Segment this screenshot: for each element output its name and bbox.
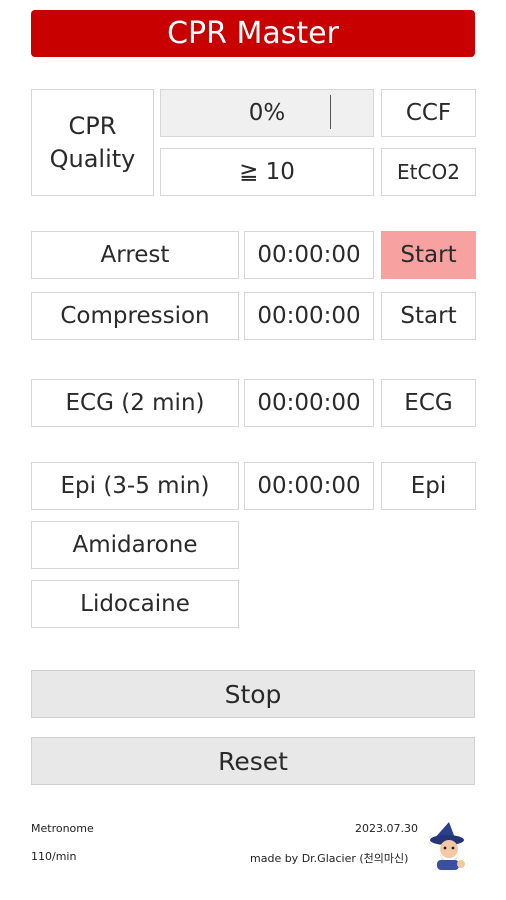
etco2-button[interactable]: EtCO2 bbox=[381, 148, 476, 196]
ccf-value-display: 0% bbox=[160, 89, 374, 137]
epi-button-label: Epi bbox=[410, 473, 447, 499]
metronome-rate[interactable]: 110/min bbox=[31, 850, 76, 863]
ecg-button[interactable]: ECG bbox=[381, 379, 476, 427]
compression-start-button[interactable]: Start bbox=[381, 292, 476, 340]
release-date: 2023.07.30 bbox=[355, 822, 418, 835]
metronome-label[interactable]: Metronome bbox=[31, 822, 94, 835]
cpr-quality-line1: CPR bbox=[68, 112, 117, 141]
compression-start-label: Start bbox=[400, 303, 457, 329]
epi-timer-text: 00:00:00 bbox=[257, 473, 361, 499]
ecg-label-text: ECG (2 min) bbox=[65, 390, 205, 416]
compression-label-text: Compression bbox=[60, 303, 210, 329]
etco2-value: ≧ 10 bbox=[239, 159, 295, 185]
app-title: CPR Master bbox=[167, 16, 339, 51]
epi-button[interactable]: Epi bbox=[381, 462, 476, 510]
cpr-quality-label: CPR Quality bbox=[31, 89, 154, 196]
arrest-label-text: Arrest bbox=[100, 242, 170, 268]
app-title-bar: CPR Master bbox=[31, 10, 475, 57]
epi-label: Epi (3-5 min) bbox=[31, 462, 239, 510]
reset-label: Reset bbox=[218, 746, 288, 776]
wizard-mascot-icon bbox=[430, 822, 465, 870]
compression-timer-text: 00:00:00 bbox=[257, 303, 361, 329]
etco2-button-label: EtCO2 bbox=[397, 160, 460, 184]
etco2-value-display: ≧ 10 bbox=[160, 148, 374, 196]
cpr-quality-line2: Quality bbox=[49, 144, 136, 173]
ecg-timer: 00:00:00 bbox=[244, 379, 374, 427]
arrest-timer-text: 00:00:00 bbox=[257, 242, 361, 268]
reset-button[interactable]: Reset bbox=[31, 737, 475, 785]
epi-timer: 00:00:00 bbox=[244, 462, 374, 510]
stop-label: Stop bbox=[224, 679, 282, 709]
arrest-timer: 00:00:00 bbox=[244, 231, 374, 279]
stop-button[interactable]: Stop bbox=[31, 670, 475, 718]
compression-label: Compression bbox=[31, 292, 239, 340]
ecg-timer-text: 00:00:00 bbox=[257, 390, 361, 416]
amidarone-button[interactable]: Amidarone bbox=[31, 521, 239, 569]
ecg-button-label: ECG bbox=[404, 390, 453, 416]
amidarone-label: Amidarone bbox=[72, 532, 198, 558]
arrest-start-button[interactable]: Start bbox=[381, 231, 476, 279]
arrest-label: Arrest bbox=[31, 231, 239, 279]
arrest-start-label: Start bbox=[400, 242, 457, 268]
ccf-button-label: CCF bbox=[405, 100, 452, 126]
ccf-value: 0% bbox=[248, 100, 286, 126]
lidocaine-button[interactable]: Lidocaine bbox=[31, 580, 239, 628]
ccf-button[interactable]: CCF bbox=[381, 89, 476, 137]
ccf-divider bbox=[330, 95, 331, 129]
compression-timer: 00:00:00 bbox=[244, 292, 374, 340]
epi-label-text: Epi (3-5 min) bbox=[60, 473, 210, 499]
lidocaine-label: Lidocaine bbox=[80, 591, 190, 617]
ecg-label: ECG (2 min) bbox=[31, 379, 239, 427]
credit-text: made by Dr.Glacier (천의마신) bbox=[250, 852, 409, 865]
